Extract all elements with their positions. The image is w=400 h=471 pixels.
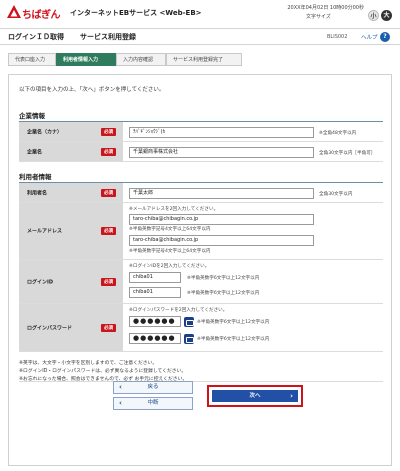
password-label: ログインパスワード <box>27 325 73 331</box>
required-badge: 必須 <box>101 323 116 332</box>
password-input-1[interactable]: ●●●●●● <box>129 316 181 327</box>
next-button[interactable]: 次へ › <box>212 390 298 402</box>
chevron-left-icon: ‹ <box>119 383 122 391</box>
company-kana-input[interactable]: ﾁﾊﾞｷﾞﾝｼｮｳｼﾞ(ｶ <box>129 127 314 138</box>
login-id-label-cell: ログインID 必須 <box>19 260 123 303</box>
footnote-distinct-credentials: ※ログインID・ログインパスワードは、必ず異なるように登録してください。 <box>19 369 187 374</box>
login-id-value-cell: ※ログインIDを2回入力してください。 chiba01 ※半角英数字6文字以上1… <box>123 260 383 303</box>
progress-steps: 代表口座入力 利用者情報入力 入力内容確認 サービス利用登録完了 <box>8 53 392 66</box>
email-instruction: ※メールアドレスを2回入力してください。 <box>129 207 219 212</box>
footnote-case-sensitive: ※英字は、大文字・小文字を区別しますので、ご注意ください。 <box>19 361 158 366</box>
header: ちばぎん インターネットEBサービス <Web-EB> 20XX年04月02日 … <box>0 0 400 26</box>
step-account-input: 代表口座入力 <box>8 53 56 66</box>
user-section-title: 利用者情報 <box>19 173 52 181</box>
back-button-label: 戻る <box>147 384 159 390</box>
button-area-separator <box>19 381 383 382</box>
password-label-cell: ログインパスワード 必須 <box>19 304 123 351</box>
company-name-value-cell: 千葉銀商事株式会社 全角30文字以内［半角可］ <box>123 142 383 161</box>
software-keyboard-icon[interactable] <box>184 334 194 344</box>
page-subtitle: サービス利用登録 <box>80 33 136 41</box>
user-name-note: 全角30文字以内 <box>319 192 353 197</box>
cancel-button[interactable]: ‹ 中断 <box>113 397 193 410</box>
login-id-note-1: ※半角英数字6文字以上12文字以内 <box>187 276 260 281</box>
help-link[interactable]: ヘルプ <box>361 33 378 41</box>
help-icon[interactable]: ? <box>380 32 390 42</box>
required-badge: 必須 <box>101 227 116 235</box>
text-size-small-button[interactable]: 小 <box>368 10 379 21</box>
screen-id: BLIS002 <box>327 34 348 40</box>
login-datetime: 20XX年04月02日 10時00分00秒 <box>287 5 364 11</box>
user-name-label-cell: 利用者名 必須 <box>19 183 123 202</box>
company-section-title: 企業情報 <box>19 112 45 120</box>
chevron-left-icon: ‹ <box>119 399 122 407</box>
bank-logo-text: ちばぎん <box>22 10 61 21</box>
required-badge: 必須 <box>101 277 116 286</box>
page-title: ログインＩＤ取得 <box>8 33 64 41</box>
step-complete: サービス利用登録完了 <box>166 53 242 66</box>
email-input-1[interactable]: taro-chiba@chibagin.co.jp <box>129 214 314 225</box>
password-note-2: ※半角英数字6文字以上12文字以内 <box>197 337 270 342</box>
main-panel: 以下の項目を入力の上、「次へ」ボタンを押してください。 企業情報 企業名（カナ）… <box>8 74 392 466</box>
required-badge: 必須 <box>101 188 116 197</box>
company-kana-value-cell: ﾁﾊﾞｷﾞﾝｼｮｳｼﾞ(ｶ ※全角48文字以内 <box>123 122 383 141</box>
email-note-2: ※半角英数字記号4文字以上64文字以内 <box>129 249 211 254</box>
company-name-note: 全角30文字以内［半角可］ <box>319 151 376 156</box>
email-value-cell: ※メールアドレスを2回入力してください。 taro-chiba@chibagin… <box>123 203 383 259</box>
email-row: メールアドレス 必須 ※メールアドレスを2回入力してください。 taro-chi… <box>19 203 383 260</box>
next-button-highlight: 次へ › <box>207 385 303 407</box>
user-name-row: 利用者名 必須 千葉太郎 全角30文字以内 <box>19 183 383 203</box>
company-name-label-cell: 企業名 必須 <box>19 142 123 161</box>
email-input-2[interactable]: taro-chiba@chibagin.co.jp <box>129 235 314 246</box>
user-name-label: 利用者名 <box>27 190 48 196</box>
page: ちばぎん インターネットEBサービス <Web-EB> 20XX年04月02日 … <box>0 0 400 471</box>
title-bar: ログインＩＤ取得 サービス利用登録 BLIS002 ヘルプ ? <box>0 28 400 45</box>
required-badge: 必須 <box>101 127 116 136</box>
email-note-1: ※半角英数字記号4文字以上64文字以内 <box>129 227 211 232</box>
next-button-label: 次へ <box>249 393 261 399</box>
required-badge: 必須 <box>101 147 116 156</box>
company-kana-label: 企業名（カナ） <box>27 129 63 135</box>
login-id-row: ログインID 必須 ※ログインIDを2回入力してください。 chiba01 ※半… <box>19 260 383 304</box>
instruction-text: 以下の項目を入力の上、「次へ」ボタンを押してください。 <box>19 87 165 93</box>
company-name-label: 企業名 <box>27 149 43 155</box>
company-name-row: 企業名 必須 千葉銀商事株式会社 全角30文字以内［半角可］ <box>19 142 383 162</box>
chevron-right-icon: › <box>290 392 293 400</box>
step-confirm: 入力内容確認 <box>116 53 166 66</box>
password-input-2[interactable]: ●●●●●● <box>129 333 181 344</box>
software-keyboard-icon[interactable] <box>184 317 194 327</box>
back-button[interactable]: ‹ 戻る <box>113 381 193 394</box>
service-name: インターネットEBサービス <Web-EB> <box>70 9 202 17</box>
login-id-input-1[interactable]: chiba01 <box>129 272 181 283</box>
password-row: ログインパスワード 必須 ※ログインパスワードを2回入力してください。 ●●●●… <box>19 304 383 352</box>
bank-logo-icon <box>7 5 21 18</box>
email-label-cell: メールアドレス 必須 <box>19 203 123 259</box>
login-id-label: ログインID <box>27 279 54 285</box>
company-kana-label-cell: 企業名（カナ） 必須 <box>19 122 123 141</box>
password-value-cell: ※ログインパスワードを2回入力してください。 ●●●●●● ※半角英数字6文字以… <box>123 304 383 351</box>
company-name-input[interactable]: 千葉銀商事株式会社 <box>129 147 314 158</box>
login-id-instruction: ※ログインIDを2回入力してください。 <box>129 264 210 269</box>
company-kana-note: ※全角48文字以内 <box>319 131 357 136</box>
password-note-1: ※半角英数字6文字以上12文字以内 <box>197 320 270 325</box>
login-id-input-2[interactable]: chiba01 <box>129 287 181 298</box>
step-user-info-input: 利用者情報入力 <box>56 53 116 66</box>
user-name-input[interactable]: 千葉太郎 <box>129 188 314 199</box>
login-id-note-2: ※半角英数字6文字以上12文字以内 <box>187 291 260 296</box>
company-kana-row: 企業名（カナ） 必須 ﾁﾊﾞｷﾞﾝｼｮｳｼﾞ(ｶ ※全角48文字以内 <box>19 122 383 142</box>
text-size-large-button[interactable]: 大 <box>381 10 392 21</box>
password-instruction: ※ログインパスワードを2回入力してください。 <box>129 308 228 313</box>
user-name-value-cell: 千葉太郎 全角30文字以内 <box>123 183 383 202</box>
cancel-button-label: 中断 <box>147 400 159 406</box>
email-label: メールアドレス <box>27 228 63 235</box>
text-size-label: 文字サイズ <box>306 14 331 20</box>
